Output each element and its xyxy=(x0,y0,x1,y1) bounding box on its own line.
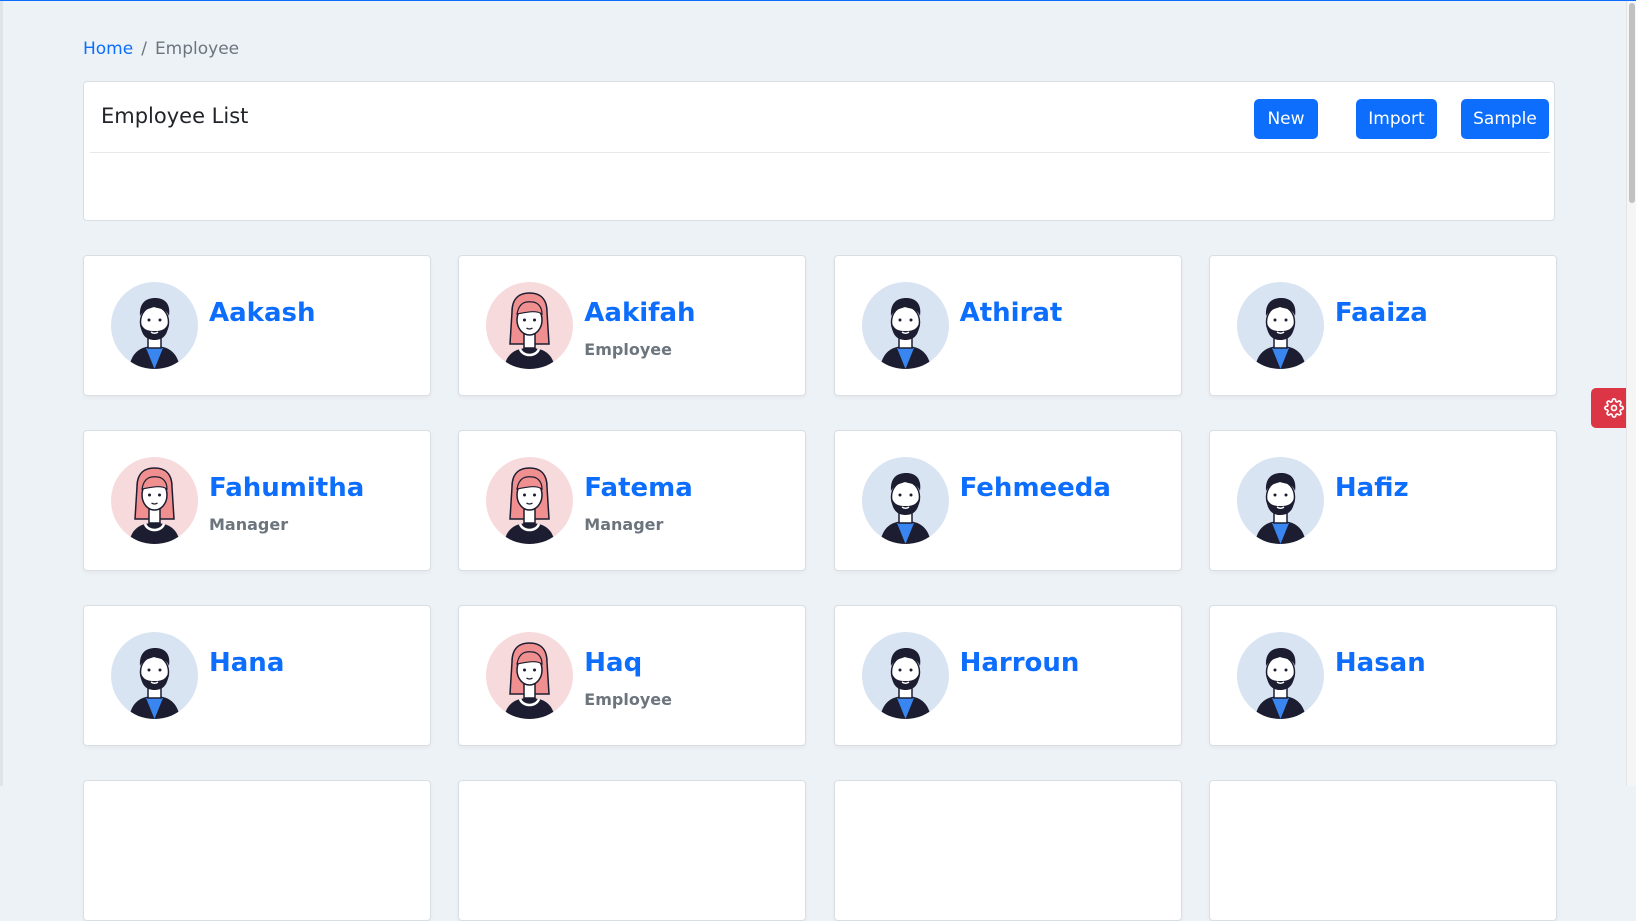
employee-card[interactable]: Harroun xyxy=(833,605,1182,746)
new-button[interactable]: New xyxy=(1254,99,1318,139)
male-avatar-icon xyxy=(861,282,949,369)
sample-button[interactable]: Sample xyxy=(1461,99,1549,139)
employee-list-panel: Employee List New Import Sample xyxy=(83,81,1555,221)
employee-name[interactable]: Aakifah xyxy=(584,298,695,328)
left-edge xyxy=(0,1,3,786)
employee-card[interactable] xyxy=(1208,780,1557,921)
male-avatar-icon xyxy=(861,632,949,719)
employee-card[interactable]: Hafiz xyxy=(1208,430,1557,571)
breadcrumb-current: Employee xyxy=(154,39,240,59)
employee-name[interactable]: Harroun xyxy=(960,648,1080,678)
employee-name[interactable]: Fahumitha xyxy=(209,473,364,503)
male-avatar-icon xyxy=(1236,457,1324,544)
employee-card[interactable] xyxy=(833,780,1182,921)
male-avatar-icon xyxy=(1236,282,1324,369)
gear-icon xyxy=(1603,398,1624,418)
employee-name[interactable]: Fehmeeda xyxy=(960,473,1111,503)
male-avatar-icon xyxy=(1236,632,1324,719)
female-avatar-icon xyxy=(486,282,574,369)
page-title: Employee List xyxy=(101,104,249,128)
panel-divider xyxy=(90,152,1550,153)
employee-card[interactable]: Athirat xyxy=(833,255,1182,396)
page-scrollbar[interactable] xyxy=(1626,1,1636,786)
employee-card[interactable]: Aakash xyxy=(83,255,431,396)
import-button[interactable]: Import xyxy=(1356,99,1437,139)
employee-card[interactable] xyxy=(83,780,431,921)
employee-card[interactable]: Fatema Manager xyxy=(458,430,807,571)
employee-name[interactable]: Hafiz xyxy=(1335,473,1409,503)
employee-card[interactable]: Aakifah Employee xyxy=(458,255,807,396)
female-avatar-icon xyxy=(486,632,574,719)
employee-name[interactable]: Hana xyxy=(209,648,284,678)
employee-card[interactable]: Fahumitha Manager xyxy=(83,430,431,571)
employee-name[interactable]: Hasan xyxy=(1335,648,1426,678)
female-avatar-icon xyxy=(111,457,198,544)
employee-role: Employee xyxy=(584,690,672,709)
female-avatar-icon xyxy=(486,457,574,544)
employee-card[interactable]: Hana xyxy=(83,605,431,746)
employee-card[interactable]: Hasan xyxy=(1208,605,1557,746)
employee-name[interactable]: Haq xyxy=(584,648,642,678)
employee-name[interactable]: Fatema xyxy=(584,473,692,503)
employee-card[interactable] xyxy=(458,780,807,921)
breadcrumb-home-link[interactable]: Home xyxy=(83,39,133,59)
male-avatar-icon xyxy=(111,282,198,369)
breadcrumb-separator: / xyxy=(141,39,147,59)
male-avatar-icon xyxy=(861,457,949,544)
employee-name[interactable]: Faaiza xyxy=(1335,298,1428,328)
employee-role: Employee xyxy=(584,340,672,359)
employee-card[interactable]: Faaiza xyxy=(1208,255,1557,396)
male-avatar-icon xyxy=(111,632,198,719)
employee-grid: Aakash Aakifah Employee Athirat Faaiza Fa… xyxy=(83,255,1557,921)
breadcrumb: Home / Employee xyxy=(83,39,239,59)
employee-role: Manager xyxy=(584,515,664,534)
employee-name[interactable]: Aakash xyxy=(209,298,316,328)
employee-card[interactable]: Haq Employee xyxy=(458,605,807,746)
scrollbar-thumb[interactable] xyxy=(1629,3,1635,203)
employee-name[interactable]: Athirat xyxy=(960,298,1063,328)
employee-role: Manager xyxy=(209,515,289,534)
employee-card[interactable]: Fehmeeda xyxy=(833,430,1182,571)
